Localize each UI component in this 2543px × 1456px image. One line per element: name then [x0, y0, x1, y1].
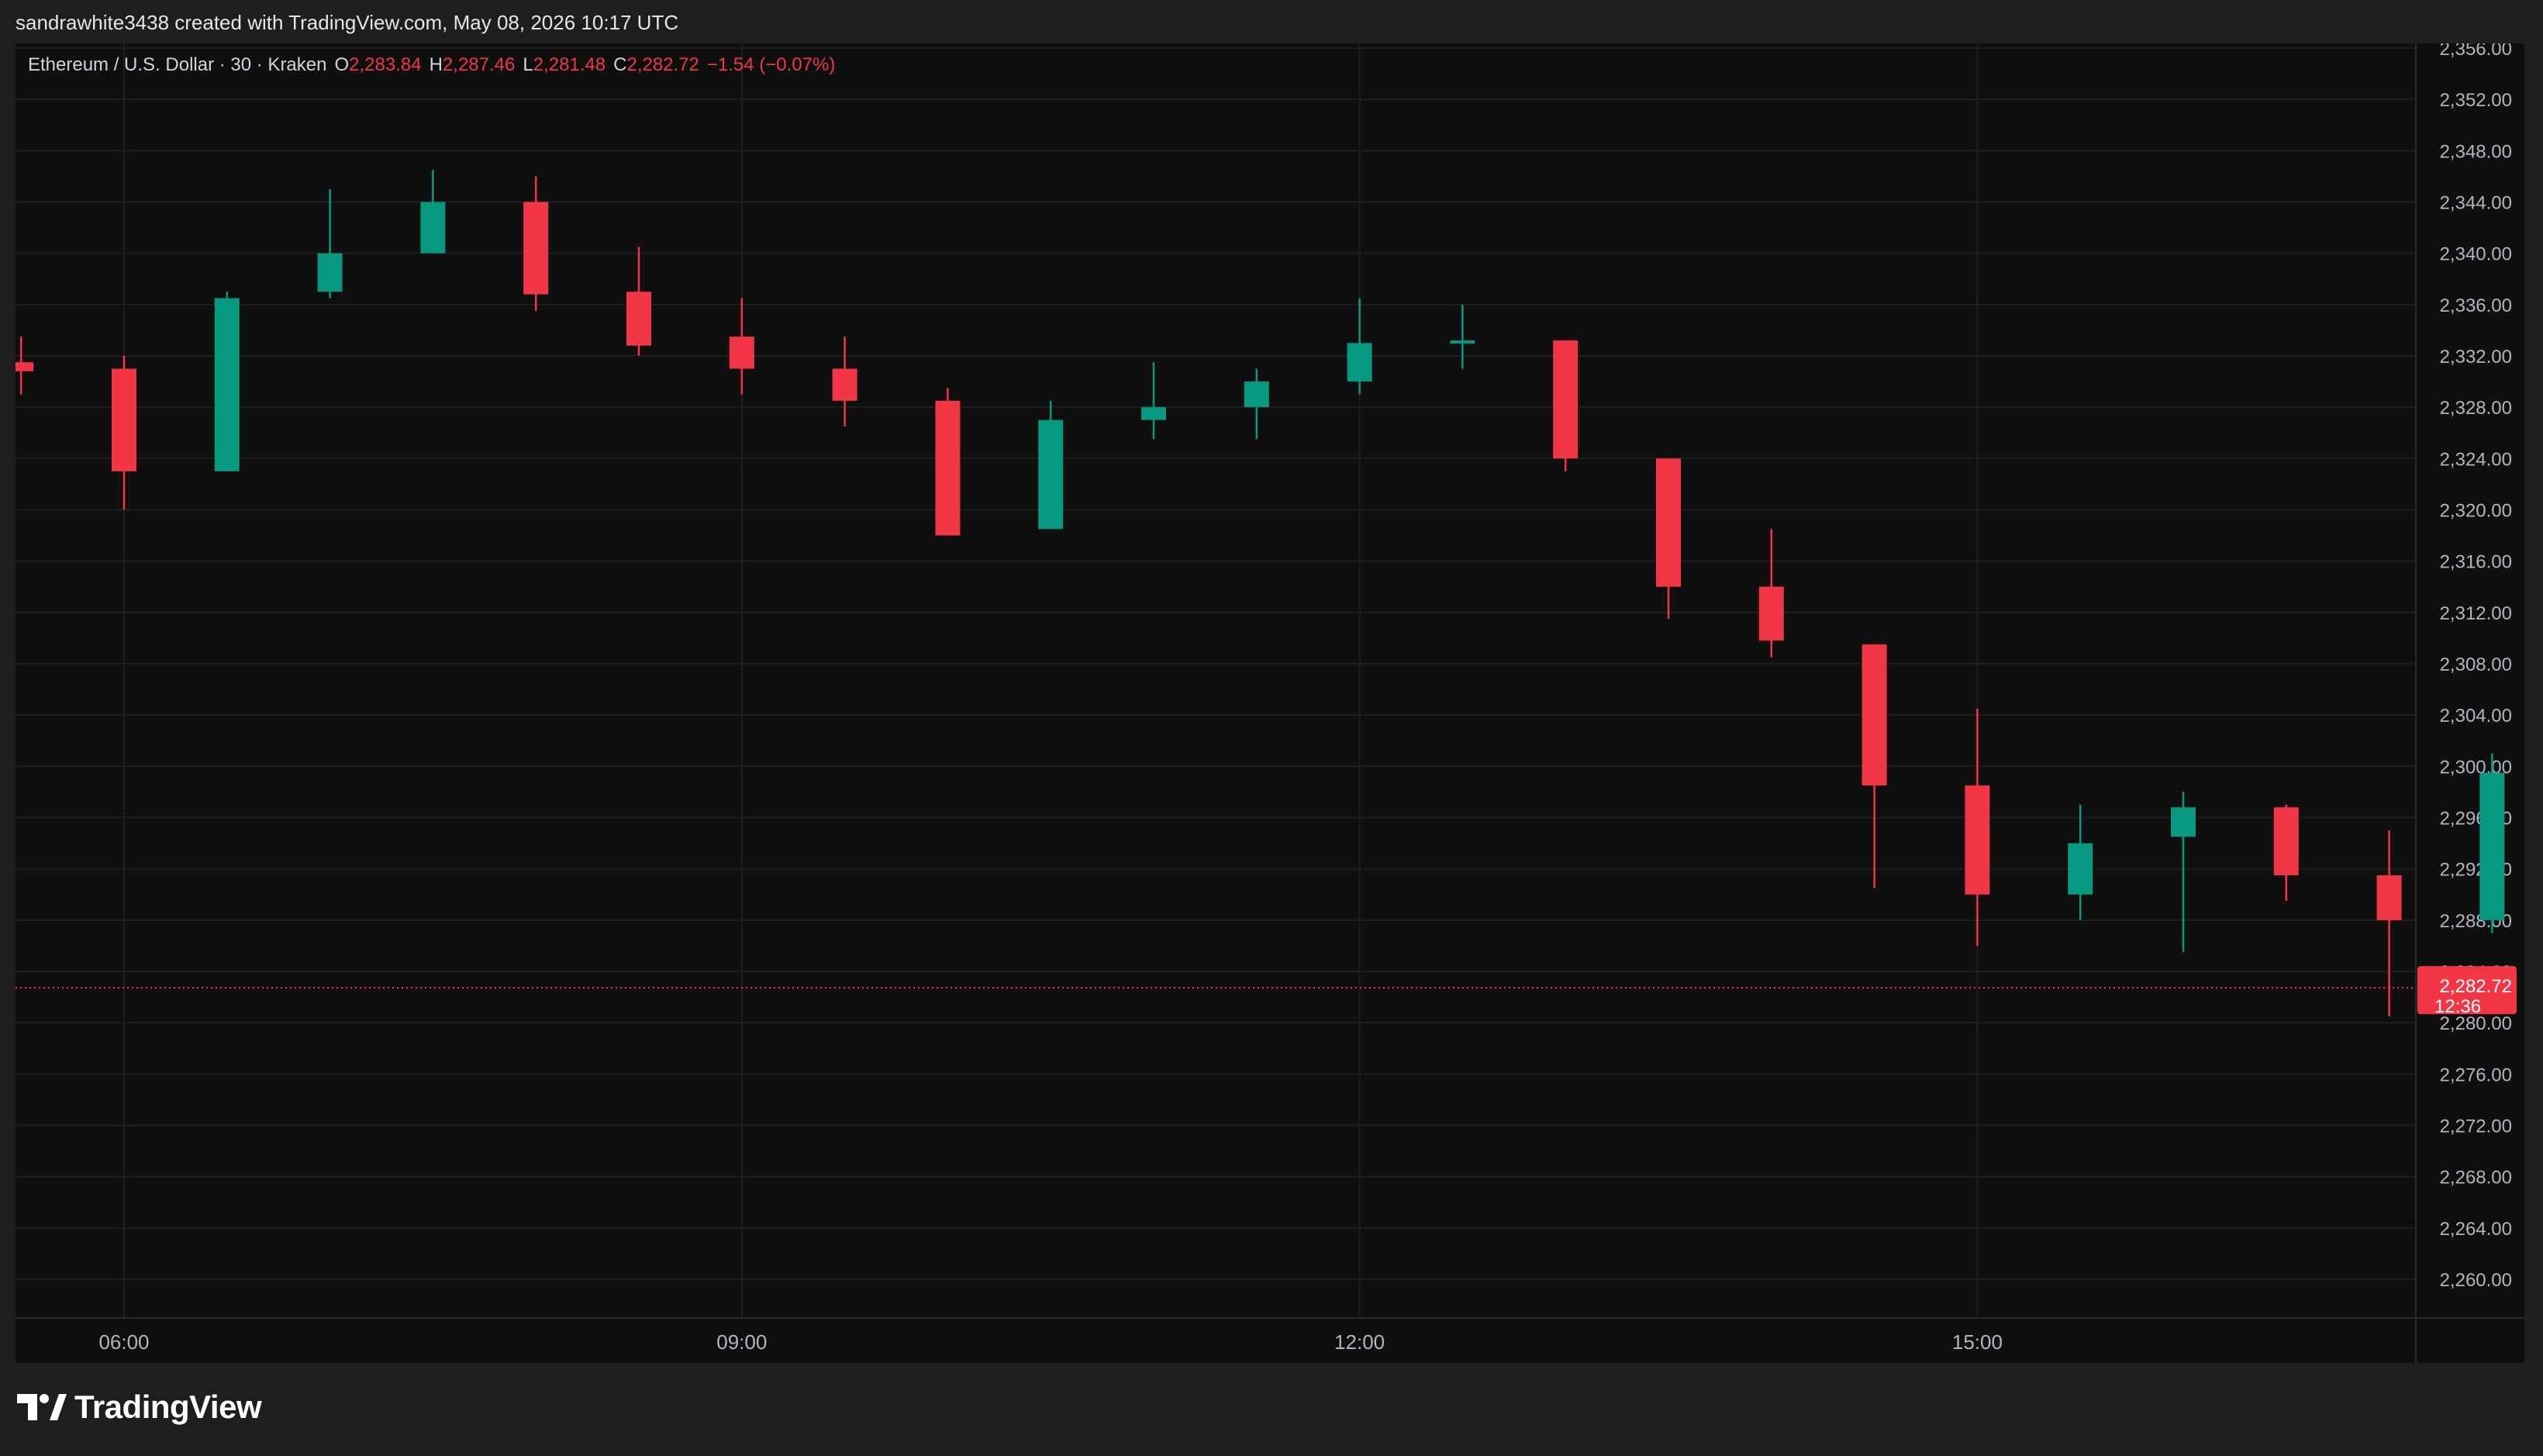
price-tick-label: 2,324.00	[2440, 449, 2512, 470]
price-tick-label: 2,276.00	[2440, 1064, 2512, 1085]
candle-down[interactable]	[16, 362, 34, 371]
candle-down[interactable]	[1553, 340, 1579, 459]
candle-down[interactable]	[935, 400, 961, 536]
candle-up[interactable]	[317, 253, 343, 292]
price-tick-label: 2,352.00	[2440, 90, 2512, 111]
price-tick-label: 2,336.00	[2440, 295, 2512, 316]
candle-up[interactable]	[1038, 419, 1064, 530]
price-tick-label: 2,348.00	[2440, 141, 2512, 162]
price-tick-label: 2,308.00	[2440, 654, 2512, 675]
candle-down[interactable]	[1965, 785, 1990, 895]
open-value: 2,283.84	[349, 54, 422, 75]
tradingview-logo-icon	[17, 1394, 67, 1420]
author-credit: sandrawhite3438 created with TradingView…	[16, 11, 679, 34]
chart-panel[interactable]: 2,260.00 2,264.00 2,268.00 2,272.00 2,276.00…	[16, 43, 2524, 1363]
price-tick-label: 2,328.00	[2440, 398, 2512, 419]
candle-up[interactable]	[1450, 340, 1475, 344]
bar-countdown-label: 12:36	[2434, 996, 2481, 1017]
plot-background	[16, 43, 2524, 1363]
close-label: C	[613, 54, 627, 75]
high-label: H	[429, 54, 443, 75]
time-tick-label: 06:00	[98, 1330, 149, 1354]
candle-up[interactable]	[1141, 407, 1166, 420]
candle-up[interactable]	[1244, 381, 1269, 408]
candlestick-chart[interactable]: 2,260.00 2,264.00 2,268.00 2,272.00 2,276.00…	[16, 43, 2524, 1363]
ohlc-legend: Ethereum / U.S. Dollar · 30 · Kraken O2,2…	[28, 54, 835, 76]
candle-up[interactable]	[2068, 843, 2093, 895]
candle-down[interactable]	[523, 202, 549, 295]
price-tick-label: 2,312.00	[2440, 603, 2512, 624]
symbol-label[interactable]: Ethereum / U.S. Dollar · 30 · Kraken	[28, 54, 326, 75]
candle-up[interactable]	[2171, 807, 2196, 837]
candle-down[interactable]	[1758, 586, 1784, 641]
candle-down[interactable]	[626, 292, 651, 346]
candle-down[interactable]	[1862, 644, 1887, 786]
candle-down[interactable]	[2273, 807, 2299, 875]
close-value: 2,282.72	[626, 54, 699, 75]
candle-down[interactable]	[112, 368, 136, 471]
price-tick-label: 2,356.00	[2440, 43, 2512, 60]
open-label: O	[334, 54, 350, 75]
time-tick-label: 09:00	[716, 1330, 767, 1354]
price-tick-label: 2,320.00	[2440, 501, 2512, 522]
brand-name: TradingView	[74, 1389, 262, 1425]
last-price-label: 2,282.72	[2440, 976, 2512, 997]
time-tick-label: 15:00	[1952, 1330, 2003, 1354]
footer-bar	[0, 1363, 2543, 1456]
low-label: L	[523, 54, 533, 75]
price-tick-label: 2,344.00	[2440, 193, 2512, 214]
candle-up[interactable]	[1347, 343, 1372, 382]
price-tick-label: 2,340.00	[2440, 244, 2512, 265]
price-tick-label: 2,264.00	[2440, 1219, 2512, 1240]
candle-down[interactable]	[832, 368, 857, 401]
change-value: −1.54 (−0.07%)	[706, 54, 836, 75]
candle-down[interactable]	[2376, 875, 2402, 920]
low-value: 2,281.48	[533, 54, 606, 75]
candle-up[interactable]	[2479, 772, 2505, 920]
high-value: 2,287.46	[442, 54, 516, 75]
candle-down[interactable]	[729, 336, 754, 369]
price-tick-label: 2,332.00	[2440, 347, 2512, 367]
price-tick-label: 2,260.00	[2440, 1270, 2512, 1291]
tradingview-logo[interactable]: TradingView	[17, 1388, 262, 1427]
price-tick-label: 2,268.00	[2440, 1168, 2512, 1189]
price-tick-label: 2,272.00	[2440, 1116, 2512, 1137]
time-tick-label: 12:00	[1334, 1330, 1385, 1354]
candle-up[interactable]	[214, 298, 240, 471]
candle-down[interactable]	[1656, 458, 1681, 587]
price-tick-label: 2,316.00	[2440, 552, 2512, 573]
price-tick-label: 2,304.00	[2440, 706, 2512, 726]
top-bar: sandrawhite3438 created with TradingView…	[0, 0, 2543, 43]
candle-up[interactable]	[420, 202, 446, 254]
